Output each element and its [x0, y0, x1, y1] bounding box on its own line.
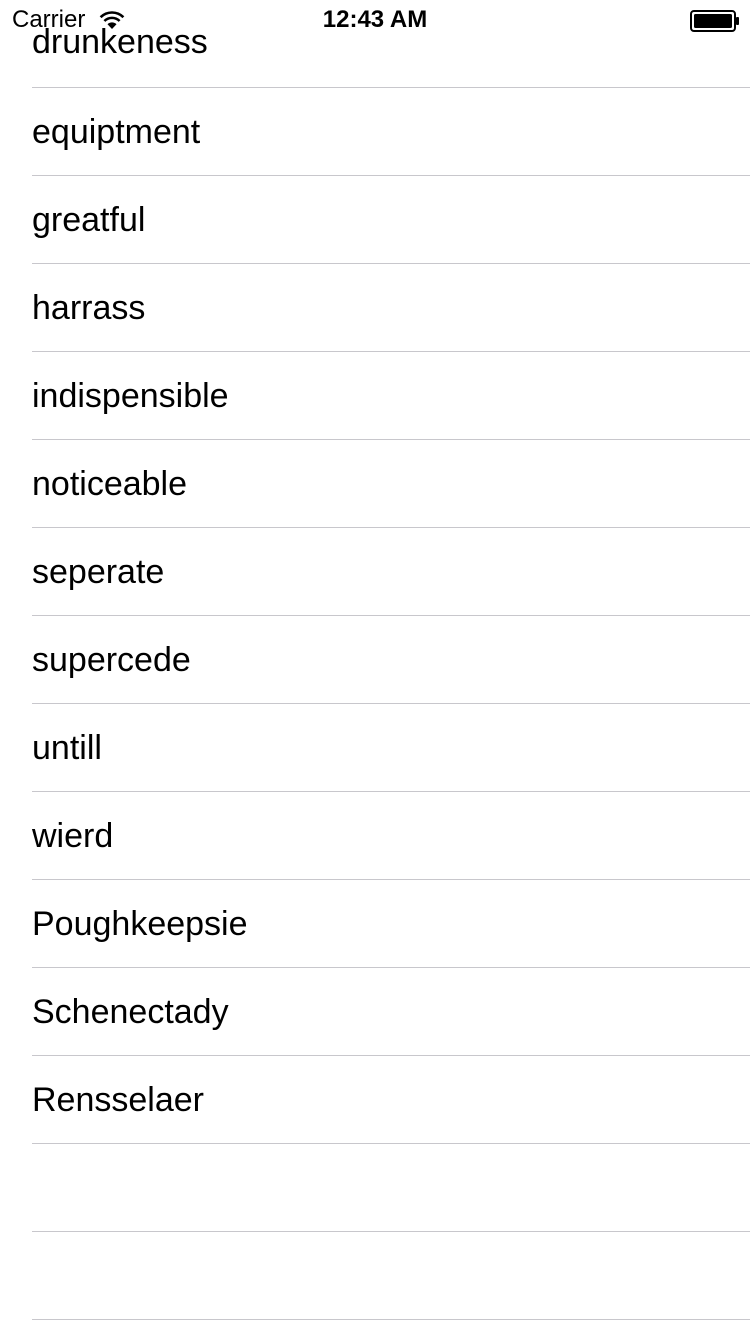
list-item-label: equiptment — [32, 113, 201, 151]
list-item[interactable]: noticeable — [0, 440, 750, 528]
list-item-label: noticeable — [32, 465, 188, 503]
list-item[interactable]: equiptment — [0, 88, 750, 176]
empty-list-item[interactable] — [0, 1232, 750, 1320]
list-item[interactable]: harrass — [0, 264, 750, 352]
list-item-label: Poughkeepsie — [32, 905, 248, 943]
list-item-label: wierd — [32, 817, 114, 855]
empty-list-item[interactable] — [0, 1144, 750, 1232]
battery-icon — [690, 10, 739, 32]
list-item-label: harrass — [32, 289, 146, 327]
row-separator — [32, 1319, 750, 1320]
list-item[interactable]: supercede — [0, 616, 750, 704]
status-bar: Carrier 12:43 AM — [0, 0, 750, 40]
list-item-label: seperate — [32, 553, 165, 591]
list-item[interactable]: Schenectady — [0, 968, 750, 1056]
list-item-label: Schenectady — [32, 993, 229, 1031]
status-time: 12:43 AM — [322, 6, 428, 33]
list-item[interactable]: untill — [0, 704, 750, 792]
list-item-label: supercede — [32, 641, 191, 679]
list-item-label: greatful — [32, 201, 146, 239]
list-item-label: untill — [32, 729, 102, 767]
list-item[interactable]: Rensselaer — [0, 1056, 750, 1144]
list-item[interactable]: seperate — [0, 528, 750, 616]
list-item-label: indispensible — [32, 377, 229, 415]
list-item[interactable]: indispensible — [0, 352, 750, 440]
list-item[interactable]: wierd — [0, 792, 750, 880]
list-item[interactable]: Poughkeepsie — [0, 880, 750, 968]
list-item[interactable]: greatful — [0, 176, 750, 264]
list-item-label: Rensselaer — [32, 1081, 204, 1119]
